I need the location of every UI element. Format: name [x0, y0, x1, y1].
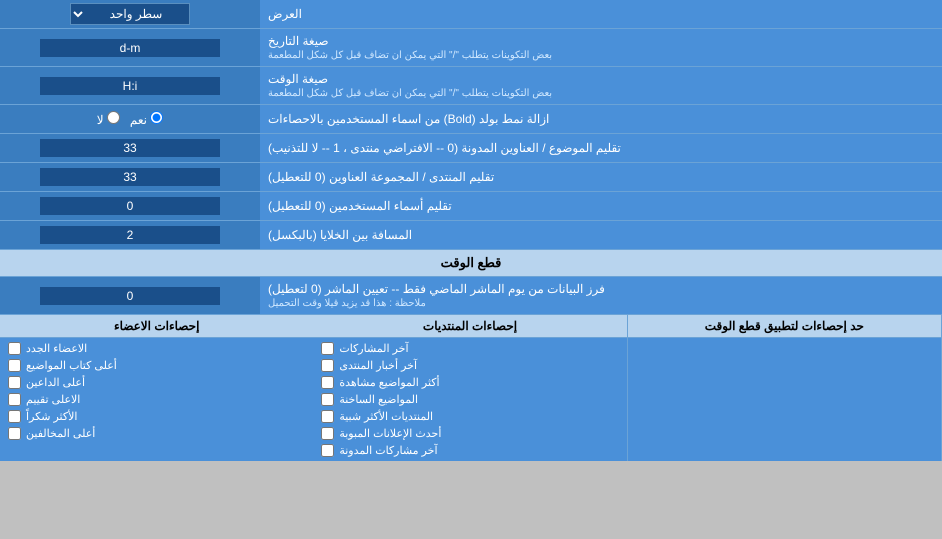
checkboxes-area: حد إحصاءات لتطبيق قطع الوقت إحصاءات المن…	[0, 315, 942, 461]
checkbox-latest-ads[interactable]	[321, 427, 334, 440]
cell-spacing-label: المسافة بين الخلايا (بالبكسل)	[260, 221, 942, 249]
member-stats-col: الاعضاء الجدد أعلى كتاب المواضيع أعلى ال…	[0, 338, 313, 461]
cutoff-days-label: فرز البيانات من يوم الماشر الماضي فقط --…	[260, 277, 942, 314]
trim-forum-row: تقليم المنتدى / المجموعة العناوين (0 للت…	[0, 163, 942, 192]
trim-forum-field[interactable]	[40, 168, 220, 186]
remove-bold-row: ازالة نمط بولد (Bold) من اسماء المستخدمي…	[0, 105, 942, 134]
label-text: المسافة بين الخلايا (بالبكسل)	[268, 228, 412, 242]
cell-spacing-input-container	[0, 221, 260, 249]
date-format-input-container	[0, 29, 260, 66]
checkbox-top-inviters[interactable]	[8, 376, 21, 389]
stats-limit-label: حد إحصاءات لتطبيق قطع الوقت	[628, 315, 942, 337]
trim-subject-label: تقليم الموضوع / العناوين المدونة (0 -- ا…	[260, 134, 942, 162]
list-item: أعلى كتاب المواضيع	[0, 357, 313, 374]
label-text: ازالة نمط بولد (Bold) من اسماء المستخدمي…	[268, 112, 549, 126]
section-title: قطع الوقت	[441, 255, 502, 270]
list-item: أعلى المخالفين	[0, 425, 313, 442]
trim-forum-label: تقليم المنتدى / المجموعة العناوين (0 للت…	[260, 163, 942, 191]
trim-usernames-row: تقليم أسماء المستخدمين (0 للتعطيل)	[0, 192, 942, 221]
list-item: أكثر المواضيع مشاهدة	[313, 374, 626, 391]
list-item: الأكثر شكراً	[0, 408, 313, 425]
label-main: فرز البيانات من يوم الماشر الماضي فقط --…	[268, 282, 605, 296]
list-item: آخر مشاركات المدونة	[313, 442, 626, 459]
cell-spacing-row: المسافة بين الخلايا (بالبكسل)	[0, 221, 942, 250]
time-format-label: صيغة الوقت بعض التكوينات يتطلب "/" التي …	[260, 67, 942, 104]
date-format-row: صيغة التاريخ بعض التكوينات يتطلب "/" الت…	[0, 29, 942, 67]
display-mode-select[interactable]: سطر واحد	[70, 3, 190, 25]
list-item: أحدث الإعلانات المبوبة	[313, 425, 626, 442]
empty-col	[628, 338, 942, 461]
trim-subject-row: تقليم الموضوع / العناوين المدونة (0 -- ا…	[0, 134, 942, 163]
member-stats-header: إحصاءات الاعضاء	[0, 315, 313, 337]
label-main: صيغة الوقت	[268, 72, 328, 86]
label-text: تقليم المنتدى / المجموعة العناوين (0 للت…	[268, 170, 494, 184]
date-format-field[interactable]	[40, 39, 220, 57]
label-sub: ملاحظة : هذا قد يزيد قيلا وقت التحميل	[268, 298, 426, 309]
list-item: آخر أخبار المنتدى	[313, 357, 626, 374]
cutoff-days-input-container	[0, 277, 260, 314]
checkbox-top-rated[interactable]	[8, 393, 21, 406]
cutoff-days-row: فرز البيانات من يوم الماشر الماضي فقط --…	[0, 277, 942, 315]
time-format-row: صيغة الوقت بعض التكوينات يتطلب "/" التي …	[0, 67, 942, 105]
trim-subject-field[interactable]	[40, 139, 220, 157]
checkbox-hot-topics[interactable]	[321, 393, 334, 406]
trim-usernames-field[interactable]	[40, 197, 220, 215]
label-text: تقليم أسماء المستخدمين (0 للتعطيل)	[268, 199, 452, 213]
checkbox-new-members[interactable]	[8, 342, 21, 355]
date-format-label: صيغة التاريخ بعض التكوينات يتطلب "/" الت…	[260, 29, 942, 66]
list-item: آخر المشاركات	[313, 340, 626, 357]
list-item: المواضيع الساخنة	[313, 391, 626, 408]
time-format-field[interactable]	[40, 77, 220, 95]
trim-usernames-input-container	[0, 192, 260, 220]
remove-bold-input-container: نعم لا	[0, 105, 260, 133]
checkbox-most-similar[interactable]	[321, 410, 334, 423]
checkbox-headers: حد إحصاءات لتطبيق قطع الوقت إحصاءات المن…	[0, 315, 942, 338]
label-sub: بعض التكوينات يتطلب "/" التي يمكن ان تضا…	[268, 88, 552, 99]
forum-stats-col: آخر المشاركات آخر أخبار المنتدى أكثر الم…	[313, 338, 627, 461]
trim-usernames-label: تقليم أسماء المستخدمين (0 للتعطيل)	[260, 192, 942, 220]
label-text: العرض	[268, 7, 302, 21]
checkbox-last-posts[interactable]	[321, 342, 334, 355]
display-mode-input[interactable]: سطر واحد	[0, 0, 260, 28]
cutoff-days-field[interactable]	[40, 287, 220, 305]
checkbox-blog-posts[interactable]	[321, 444, 334, 457]
trim-subject-input-container	[0, 134, 260, 162]
radio-yes[interactable]	[150, 111, 163, 124]
forum-stats-header: إحصاءات المنتديات	[313, 315, 627, 337]
label-text: تقليم الموضوع / العناوين المدونة (0 -- ا…	[268, 141, 621, 155]
label-sub: بعض التكوينات يتطلب "/" التي يمكن ان تضا…	[268, 50, 552, 61]
list-item: أعلى الداعين	[0, 374, 313, 391]
cell-spacing-field[interactable]	[40, 226, 220, 244]
list-item: الاعضاء الجدد	[0, 340, 313, 357]
radio-no-label: لا	[97, 111, 120, 127]
checkbox-forum-news[interactable]	[321, 359, 334, 372]
checkbox-content: آخر المشاركات آخر أخبار المنتدى أكثر الم…	[0, 338, 942, 461]
list-item: الاعلى تقييم	[0, 391, 313, 408]
checkbox-most-viewed[interactable]	[321, 376, 334, 389]
checkbox-most-thanked[interactable]	[8, 410, 21, 423]
radio-yes-label: نعم	[130, 111, 163, 127]
label-main: صيغة التاريخ	[268, 34, 329, 48]
checkbox-top-posters[interactable]	[8, 359, 21, 372]
radio-no[interactable]	[107, 111, 120, 124]
trim-forum-input-container	[0, 163, 260, 191]
display-mode-row: العرض سطر واحد	[0, 0, 942, 29]
checkbox-top-violators[interactable]	[8, 427, 21, 440]
remove-bold-label: ازالة نمط بولد (Bold) من اسماء المستخدمي…	[260, 105, 942, 133]
time-format-input-container	[0, 67, 260, 104]
list-item: المنتديات الأكثر شبية	[313, 408, 626, 425]
display-mode-label: العرض	[260, 0, 942, 28]
radio-group: نعم لا	[97, 111, 164, 127]
section-cutoff-header: قطع الوقت	[0, 250, 942, 277]
